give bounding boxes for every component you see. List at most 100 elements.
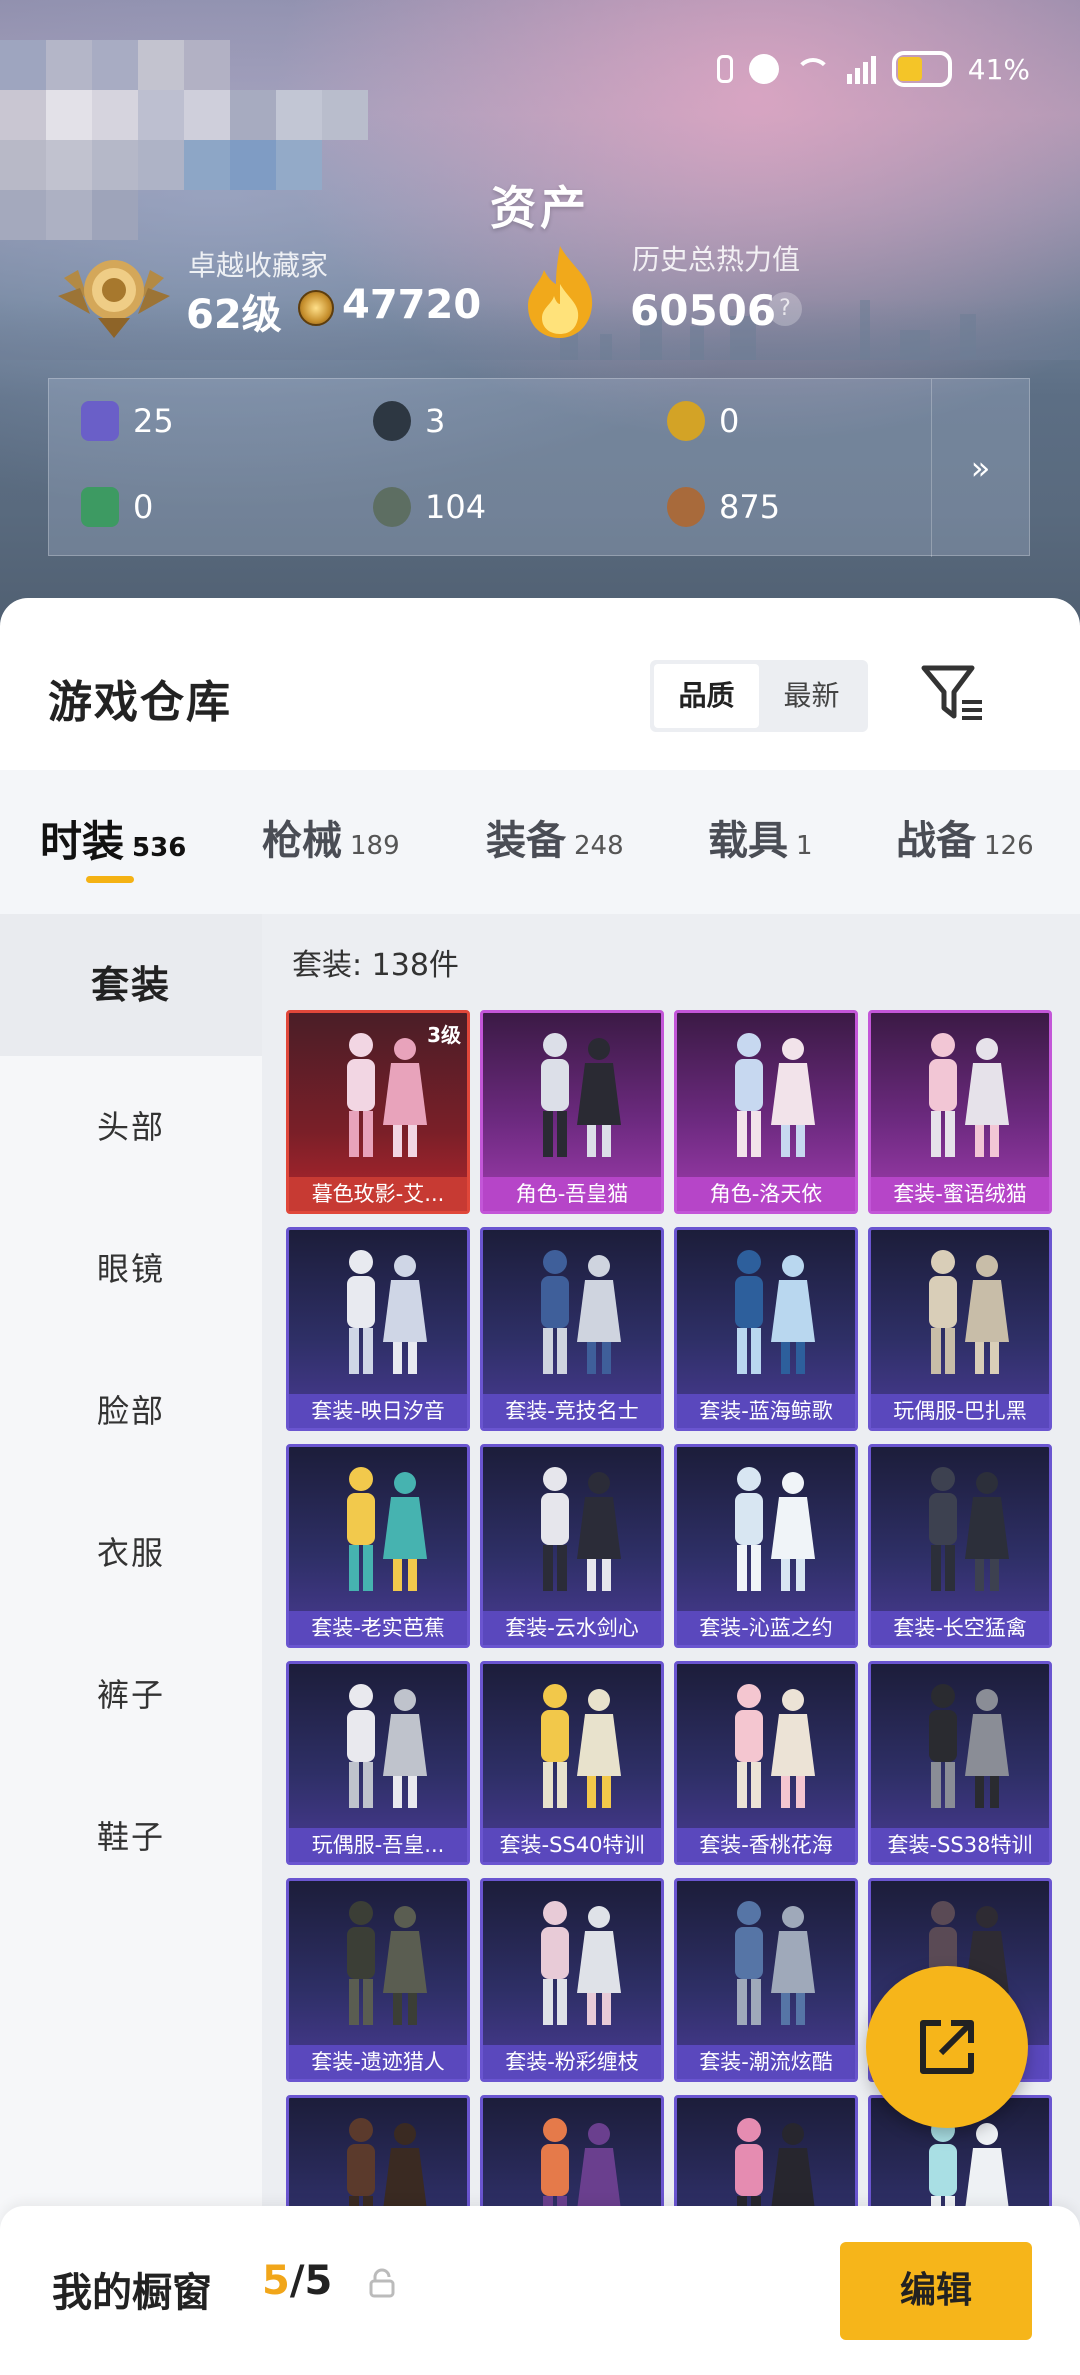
outfit-thumbnail: [289, 1664, 467, 1834]
asset-item[interactable]: 3: [373, 401, 445, 441]
filter-icon[interactable]: [920, 664, 986, 724]
item-card[interactable]: 角色-吾皇猫: [480, 1010, 664, 1214]
battery-percent: 41%: [967, 52, 1030, 86]
share-button[interactable]: [866, 1966, 1028, 2128]
item-card[interactable]: 玩偶服-巴扎黑: [868, 1227, 1052, 1431]
help-icon[interactable]: ?: [768, 292, 802, 326]
sort-latest[interactable]: 最新: [759, 664, 864, 728]
outfit-thumbnail: [871, 1230, 1049, 1400]
sort-toggle: 品质 最新: [650, 660, 868, 732]
item-card[interactable]: 套装-SS38特训: [868, 1661, 1052, 1865]
item-name: 玩偶服-巴扎黑: [871, 1394, 1049, 1428]
coin-value: 47720: [342, 282, 482, 328]
outfit-thumbnail: [677, 1664, 855, 1834]
grey-medal-icon: [373, 487, 411, 527]
item-name: 套装-遗迹猎人: [289, 2045, 467, 2079]
subcategory-clothes[interactable]: 衣服: [0, 1482, 262, 1624]
item-card[interactable]: 套装-老实芭蕉: [286, 1444, 470, 1648]
item-name: 套装-粉彩缠枝: [483, 2045, 661, 2079]
outfit-thumbnail: [483, 1881, 661, 2051]
asset-item[interactable]: 25: [81, 401, 174, 441]
outfit-thumbnail: [289, 1230, 467, 1400]
item-card[interactable]: 套装-遗迹猎人: [286, 1878, 470, 2082]
item-name: 套装-竞技名士: [483, 1394, 661, 1428]
item-name: 套装-老实芭蕉: [289, 1611, 467, 1645]
level-badge: 3级: [427, 1023, 461, 1047]
item-card[interactable]: 套装-蓝海鲸歌: [674, 1227, 858, 1431]
item-card[interactable]: 玩偶服-吾皇...: [286, 1661, 470, 1865]
green-ticket-icon: [81, 487, 119, 527]
outfit-thumbnail: [677, 1447, 855, 1617]
status-bar: 41%: [716, 44, 1030, 94]
bluetooth-icon: [716, 55, 733, 83]
outfit-thumbnail: [871, 1447, 1049, 1617]
outfit-thumbnail: [871, 1664, 1049, 1834]
subcategory-glasses[interactable]: 眼镜: [0, 1198, 262, 1340]
item-name: 暮色玫影-艾...: [289, 1177, 467, 1211]
grid-count-label: 套装: 138件: [292, 948, 459, 983]
subcategory-outfit[interactable]: 套装: [0, 914, 262, 1056]
item-name: 玩偶服-吾皇...: [289, 1828, 467, 1862]
assets-more-button[interactable]: »: [931, 379, 1029, 557]
item-card[interactable]: 3级暮色玫影-艾...: [286, 1010, 470, 1214]
item-name: 套装-沁蓝之约: [677, 1611, 855, 1645]
subcategory-pants[interactable]: 裤子: [0, 1624, 262, 1766]
item-card[interactable]: 套装-潮流炫酷: [674, 1878, 858, 2082]
share-icon: [920, 2020, 974, 2074]
item-card[interactable]: 套装-云水剑心: [480, 1444, 664, 1648]
item-name: 套装-蓝海鲸歌: [677, 1394, 855, 1428]
sort-quality[interactable]: 品质: [654, 664, 759, 728]
outfit-thumbnail: [677, 1230, 855, 1400]
divider: [268, 292, 270, 328]
item-card[interactable]: 角色-洛天依: [674, 1010, 858, 1214]
item-name: 套装-长空猛禽: [871, 1611, 1049, 1645]
asset-item[interactable]: 104: [373, 487, 486, 527]
signal-icon: [846, 54, 876, 84]
bronze-medal-icon: [667, 487, 705, 527]
assets-panel: 25 3 0 0 104 875 »: [48, 378, 1030, 557]
subcategory-face[interactable]: 脸部: [0, 1340, 262, 1482]
subcategory-sidebar: 套装 头部 眼镜 脸部 衣服 裤子 鞋子: [0, 914, 262, 2375]
rank-emblem-icon: [58, 260, 170, 338]
outfit-thumbnail: [289, 1447, 467, 1617]
subcategory-head[interactable]: 头部: [0, 1056, 262, 1198]
item-name: 套装-蜜语绒猫: [871, 1177, 1049, 1211]
subcategory-shoes[interactable]: 鞋子: [0, 1766, 262, 1908]
tab-supplies[interactable]: 战备 126: [896, 808, 1034, 866]
item-card[interactable]: 套装-粉彩缠枝: [480, 1878, 664, 2082]
flame-icon: [528, 246, 593, 338]
item-card[interactable]: 套装-映日汐音: [286, 1227, 470, 1431]
heat-value: 60506: [630, 286, 777, 335]
outfit-thumbnail: [483, 1013, 661, 1183]
category-tabs: 时装 536 枪械 189 装备 248 载具 1 战备 126: [0, 770, 1080, 914]
item-name: 套装-云水剑心: [483, 1611, 661, 1645]
item-name: 角色-洛天依: [677, 1177, 855, 1211]
outfit-thumbnail: [677, 1881, 855, 2051]
page-title: 资产: [490, 181, 590, 235]
asset-item[interactable]: 0: [667, 401, 739, 441]
heat-label: 历史总热力值: [632, 243, 801, 276]
tab-equipment[interactable]: 装备 248: [486, 808, 624, 866]
item-name: 套装-SS40特训: [483, 1828, 661, 1862]
item-name: 套装-SS38特训: [871, 1828, 1049, 1862]
collection-coin-icon: [298, 290, 334, 326]
item-card[interactable]: 套装-香桃花海: [674, 1661, 858, 1865]
item-card[interactable]: 套装-蜜语绒猫: [868, 1010, 1052, 1214]
item-card[interactable]: 套装-SS40特训: [480, 1661, 664, 1865]
asset-item[interactable]: 0: [81, 487, 153, 527]
outfit-thumbnail: [483, 1664, 661, 1834]
item-grid-area: 套装: 138件 3级 暮色玫影-艾... 角色-吾皇猫 角色-洛天依 套装-蜜语绒猫套…: [262, 914, 1080, 2375]
tab-vehicles[interactable]: 载具 1: [708, 808, 813, 866]
outfit-thumbnail: [289, 1881, 467, 2051]
item-card[interactable]: 套装-沁蓝之约: [674, 1444, 858, 1648]
tab-weapons[interactable]: 枪械 189: [262, 808, 400, 866]
item-name: 套装-映日汐音: [289, 1394, 467, 1428]
tab-fashion[interactable]: 时装 536: [40, 808, 186, 869]
edit-button[interactable]: 编辑: [840, 2242, 1032, 2340]
item-name: 套装-潮流炫酷: [677, 2045, 855, 2079]
asset-item[interactable]: 875: [667, 487, 780, 527]
item-card[interactable]: 套装-长空猛禽: [868, 1444, 1052, 1648]
item-card[interactable]: 套装-竞技名士: [480, 1227, 664, 1431]
warehouse-title: 游戏仓库: [48, 677, 232, 728]
outfit-thumbnail: [871, 1013, 1049, 1183]
